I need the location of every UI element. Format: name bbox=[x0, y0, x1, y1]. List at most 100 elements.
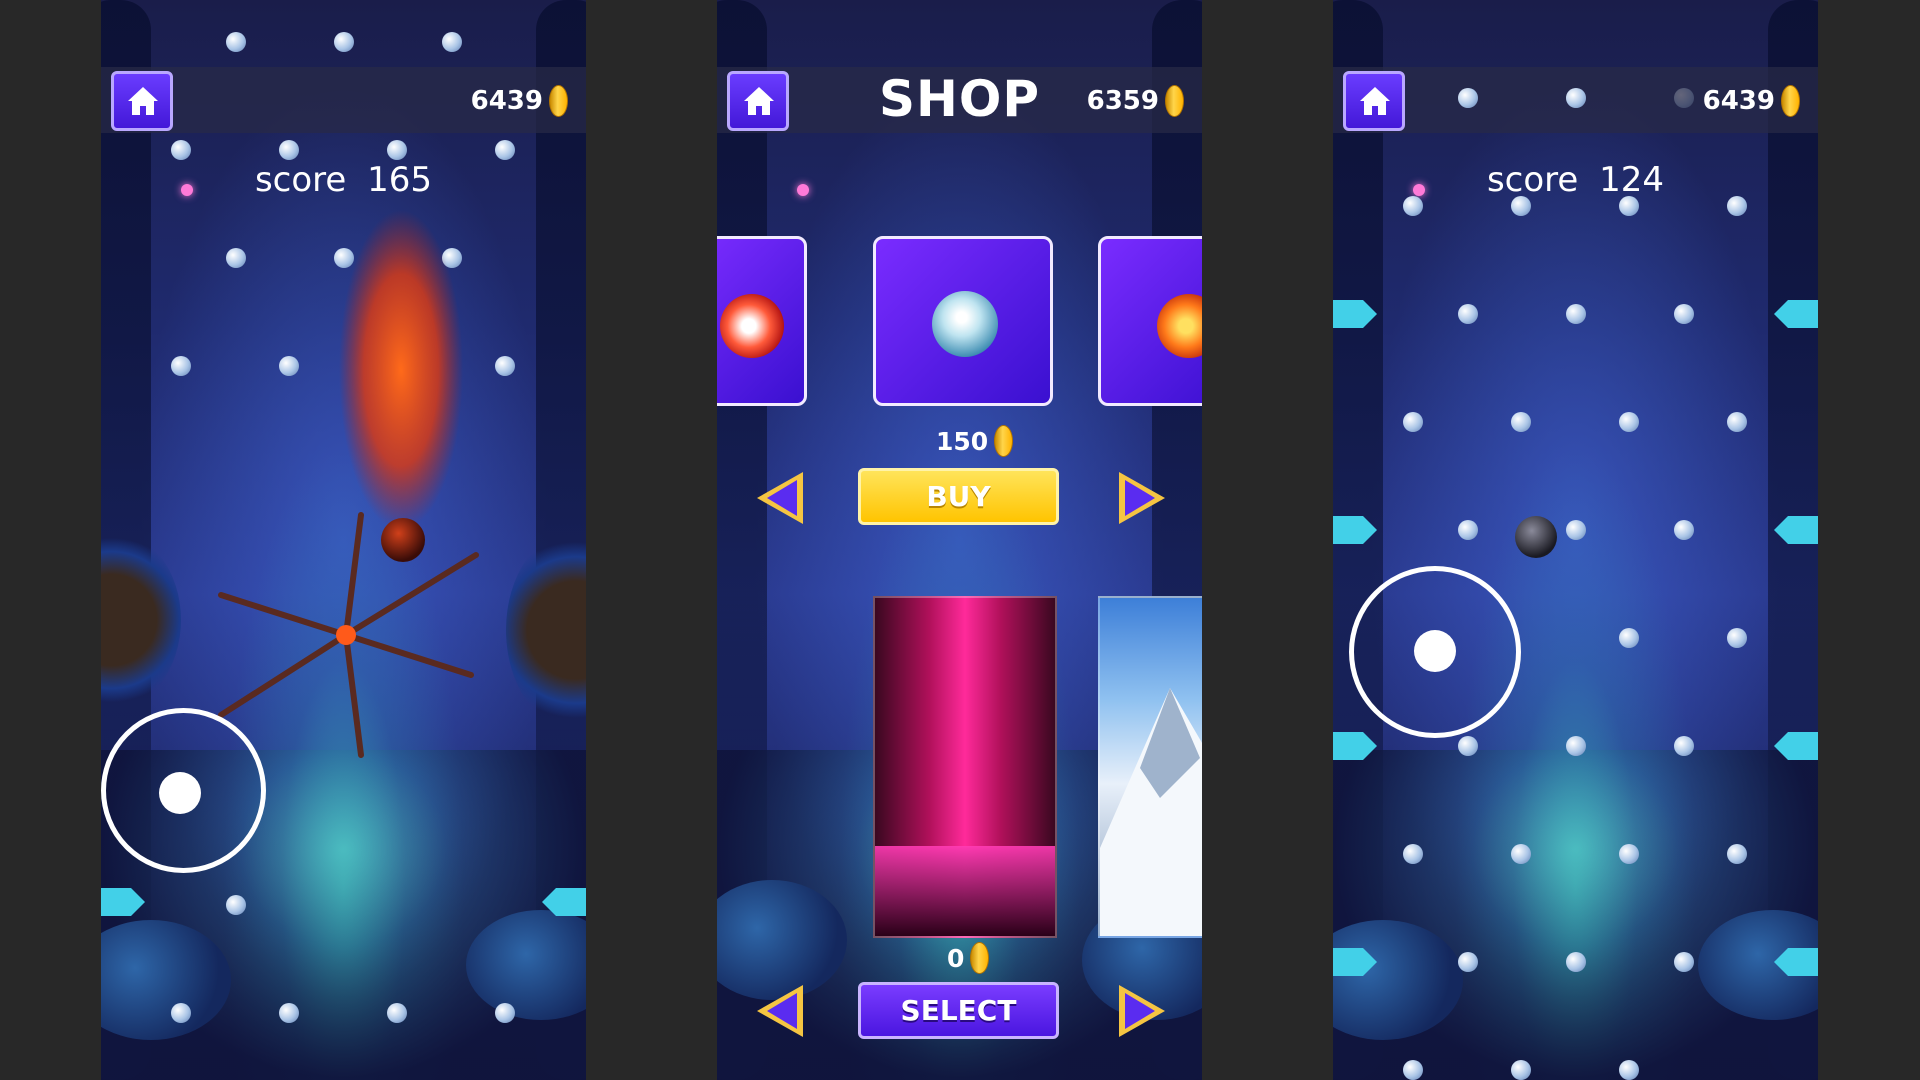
ball-skin-card-selected[interactable] bbox=[873, 236, 1053, 406]
orb bbox=[1619, 628, 1639, 648]
ball-skin-card-prev[interactable] bbox=[717, 236, 807, 406]
orb bbox=[1403, 412, 1423, 432]
orb bbox=[1727, 844, 1747, 864]
orb bbox=[1566, 304, 1586, 324]
background-card-neon[interactable] bbox=[873, 596, 1057, 938]
coin-icon bbox=[1781, 85, 1800, 117]
background-price-value: 0 bbox=[947, 943, 965, 973]
orb bbox=[171, 1003, 191, 1023]
orb bbox=[1566, 736, 1586, 756]
orb bbox=[1727, 628, 1747, 648]
orb bbox=[1674, 520, 1694, 540]
crystal bbox=[1774, 300, 1818, 328]
orb bbox=[495, 140, 515, 160]
orb bbox=[1619, 844, 1639, 864]
score-display: score 165 bbox=[101, 160, 586, 200]
orb bbox=[1727, 412, 1747, 432]
gameplay-screen-left: 6439 score 165 bbox=[101, 0, 586, 1080]
orb bbox=[1458, 304, 1478, 324]
arrow-left-icon[interactable] bbox=[753, 470, 809, 526]
background-price: 0 bbox=[947, 942, 990, 974]
crystal bbox=[101, 888, 145, 916]
gameplay-screen-right: 6439 score 124 bbox=[1333, 0, 1818, 1080]
orb bbox=[334, 32, 354, 52]
orb bbox=[442, 32, 462, 52]
orb bbox=[1674, 952, 1694, 972]
orb bbox=[387, 1003, 407, 1023]
fire-ball-skin bbox=[720, 294, 784, 358]
orb bbox=[1458, 952, 1478, 972]
orb bbox=[226, 32, 246, 52]
flame-ball-skin bbox=[1157, 294, 1202, 358]
crystal bbox=[1774, 732, 1818, 760]
coin-count: 6359 bbox=[1086, 86, 1159, 116]
portal bbox=[506, 530, 586, 730]
coin-counter: 6439 bbox=[471, 84, 568, 118]
orb bbox=[1403, 1060, 1423, 1080]
home-icon bbox=[128, 87, 158, 115]
joystick-knob[interactable] bbox=[1414, 630, 1456, 672]
select-button[interactable]: SELECT bbox=[858, 982, 1059, 1039]
orb bbox=[1511, 412, 1531, 432]
orb bbox=[1674, 736, 1694, 756]
orb bbox=[279, 356, 299, 376]
score-value: 124 bbox=[1599, 160, 1665, 200]
arrow-right-icon[interactable] bbox=[1113, 470, 1169, 526]
arrow-right-icon[interactable] bbox=[1113, 983, 1169, 1039]
home-icon bbox=[1360, 87, 1390, 115]
score-value: 165 bbox=[367, 160, 433, 200]
crystal bbox=[542, 888, 586, 916]
coin-counter: 6439 bbox=[1703, 84, 1800, 118]
orb bbox=[1566, 952, 1586, 972]
ball-price: 150 bbox=[936, 425, 1014, 457]
background-card-mountain[interactable] bbox=[1098, 596, 1202, 938]
orb bbox=[171, 356, 191, 376]
orb bbox=[279, 140, 299, 160]
coin-icon bbox=[994, 425, 1014, 457]
orb bbox=[1458, 736, 1478, 756]
sparkle bbox=[797, 184, 809, 196]
orb bbox=[171, 140, 191, 160]
orb bbox=[1511, 1060, 1531, 1080]
orb bbox=[1458, 520, 1478, 540]
orb bbox=[226, 248, 246, 268]
score-label: score bbox=[254, 160, 347, 200]
crystal bbox=[1333, 732, 1377, 760]
neon-floor bbox=[875, 846, 1055, 936]
shop-screen: SHOP 6359 150 BUY 0 SELECT bbox=[717, 0, 1202, 1080]
score-display: score 124 bbox=[1333, 160, 1818, 200]
joystick-knob[interactable] bbox=[159, 772, 201, 814]
ball-skin-card-next[interactable] bbox=[1098, 236, 1202, 406]
home-button[interactable] bbox=[111, 71, 173, 131]
orb bbox=[1619, 412, 1639, 432]
orb bbox=[1674, 304, 1694, 324]
crystal bbox=[1333, 948, 1377, 976]
orb bbox=[1458, 88, 1478, 108]
crystal bbox=[1774, 516, 1818, 544]
coin-counter: 6359 bbox=[1087, 84, 1184, 118]
home-button[interactable] bbox=[1343, 71, 1405, 131]
coin-count: 6439 bbox=[1702, 86, 1775, 116]
ice-ball-skin bbox=[932, 291, 998, 357]
crystal bbox=[1774, 948, 1818, 976]
crystal bbox=[1333, 516, 1377, 544]
mountain-icon bbox=[1100, 688, 1202, 936]
orb bbox=[1619, 1060, 1639, 1080]
score-label: score bbox=[1486, 160, 1579, 200]
orb bbox=[1566, 520, 1586, 540]
ball-price-value: 150 bbox=[936, 426, 989, 456]
spinner-obstacle bbox=[218, 512, 479, 758]
orb bbox=[495, 1003, 515, 1023]
coin-icon bbox=[1165, 85, 1184, 117]
orb bbox=[1566, 88, 1586, 108]
orb bbox=[279, 1003, 299, 1023]
orb bbox=[1511, 844, 1531, 864]
buy-button[interactable]: BUY bbox=[858, 468, 1059, 525]
crystal bbox=[1333, 300, 1377, 328]
orb bbox=[226, 895, 246, 915]
portal bbox=[101, 530, 181, 710]
player-ball bbox=[1515, 516, 1557, 558]
orb bbox=[1403, 844, 1423, 864]
orb bbox=[387, 140, 407, 160]
arrow-left-icon[interactable] bbox=[753, 983, 809, 1039]
